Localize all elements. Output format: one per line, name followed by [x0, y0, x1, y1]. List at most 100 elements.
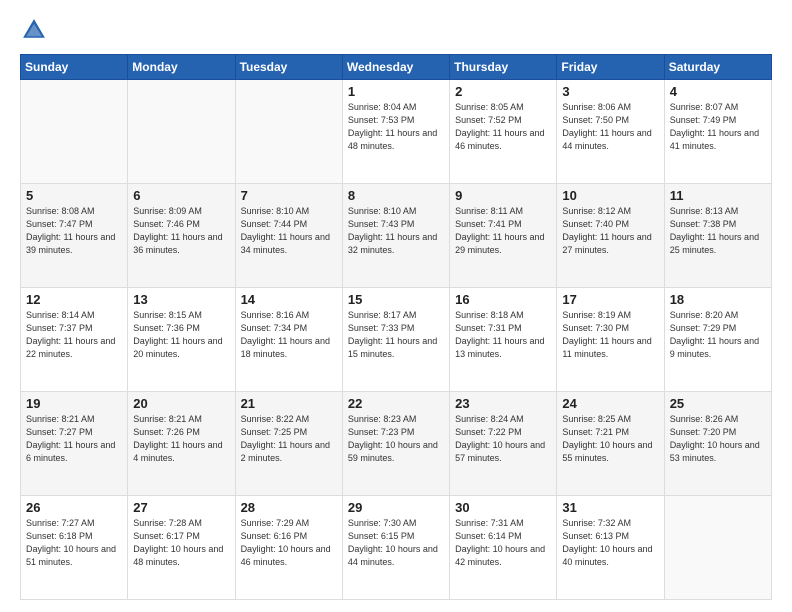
day-info: Sunrise: 8:10 AMSunset: 7:43 PMDaylight:…	[348, 205, 444, 257]
day-info: Sunrise: 8:24 AMSunset: 7:22 PMDaylight:…	[455, 413, 551, 465]
day-number: 5	[26, 188, 122, 203]
day-info: Sunrise: 8:09 AMSunset: 7:46 PMDaylight:…	[133, 205, 229, 257]
day-info: Sunrise: 8:21 AMSunset: 7:27 PMDaylight:…	[26, 413, 122, 465]
day-info: Sunrise: 8:13 AMSunset: 7:38 PMDaylight:…	[670, 205, 766, 257]
calendar-day-cell: 21 Sunrise: 8:22 AMSunset: 7:25 PMDayligh…	[235, 392, 342, 496]
day-info: Sunrise: 7:29 AMSunset: 6:16 PMDaylight:…	[241, 517, 337, 569]
calendar-day-header: Monday	[128, 55, 235, 80]
day-info: Sunrise: 8:17 AMSunset: 7:33 PMDaylight:…	[348, 309, 444, 361]
day-number: 25	[670, 396, 766, 411]
day-number: 17	[562, 292, 658, 307]
calendar-day-cell: 10 Sunrise: 8:12 AMSunset: 7:40 PMDayligh…	[557, 184, 664, 288]
day-number: 14	[241, 292, 337, 307]
day-info: Sunrise: 8:22 AMSunset: 7:25 PMDaylight:…	[241, 413, 337, 465]
calendar-day-cell: 14 Sunrise: 8:16 AMSunset: 7:34 PMDayligh…	[235, 288, 342, 392]
calendar-day-cell	[664, 496, 771, 600]
calendar-day-header: Friday	[557, 55, 664, 80]
day-info: Sunrise: 8:23 AMSunset: 7:23 PMDaylight:…	[348, 413, 444, 465]
day-number: 31	[562, 500, 658, 515]
day-number: 2	[455, 84, 551, 99]
day-number: 18	[670, 292, 766, 307]
day-number: 6	[133, 188, 229, 203]
calendar-day-cell: 30Sunrise: 7:31 AMSunset: 6:14 PMDayligh…	[450, 496, 557, 600]
calendar-day-cell: 8 Sunrise: 8:10 AMSunset: 7:43 PMDaylight…	[342, 184, 449, 288]
calendar-day-cell: 15Sunrise: 8:17 AMSunset: 7:33 PMDayligh…	[342, 288, 449, 392]
day-info: Sunrise: 8:10 AMSunset: 7:44 PMDaylight:…	[241, 205, 337, 257]
day-number: 29	[348, 500, 444, 515]
day-number: 26	[26, 500, 122, 515]
day-number: 23	[455, 396, 551, 411]
day-number: 10	[562, 188, 658, 203]
day-number: 9	[455, 188, 551, 203]
day-number: 19	[26, 396, 122, 411]
calendar-day-cell: 25 Sunrise: 8:26 AMSunset: 7:20 PMDayligh…	[664, 392, 771, 496]
calendar-header-row: SundayMondayTuesdayWednesdayThursdayFrid…	[21, 55, 772, 80]
day-info: Sunrise: 8:20 AMSunset: 7:29 PMDaylight:…	[670, 309, 766, 361]
day-number: 27	[133, 500, 229, 515]
calendar-day-cell: 20Sunrise: 8:21 AMSunset: 7:26 PMDayligh…	[128, 392, 235, 496]
calendar-day-cell	[21, 80, 128, 184]
calendar-day-cell: 18 Sunrise: 8:20 AMSunset: 7:29 PMDayligh…	[664, 288, 771, 392]
calendar-day-cell: 29 Sunrise: 7:30 AMSunset: 6:15 PMDayligh…	[342, 496, 449, 600]
calendar-day-cell: 3 Sunrise: 8:06 AMSunset: 7:50 PMDaylight…	[557, 80, 664, 184]
logo	[20, 16, 52, 44]
day-info: Sunrise: 7:27 AMSunset: 6:18 PMDaylight:…	[26, 517, 122, 569]
day-info: Sunrise: 8:05 AMSunset: 7:52 PMDaylight:…	[455, 101, 551, 153]
calendar-week-row: 12 Sunrise: 8:14 AMSunset: 7:37 PMDayligh…	[21, 288, 772, 392]
day-number: 3	[562, 84, 658, 99]
day-info: Sunrise: 8:26 AMSunset: 7:20 PMDaylight:…	[670, 413, 766, 465]
day-info: Sunrise: 8:06 AMSunset: 7:50 PMDaylight:…	[562, 101, 658, 153]
day-number: 7	[241, 188, 337, 203]
day-number: 8	[348, 188, 444, 203]
day-info: Sunrise: 8:11 AMSunset: 7:41 PMDaylight:…	[455, 205, 551, 257]
day-number: 20	[133, 396, 229, 411]
day-number: 16	[455, 292, 551, 307]
calendar-day-cell: 9 Sunrise: 8:11 AMSunset: 7:41 PMDaylight…	[450, 184, 557, 288]
day-info: Sunrise: 8:08 AMSunset: 7:47 PMDaylight:…	[26, 205, 122, 257]
day-number: 28	[241, 500, 337, 515]
calendar-day-cell: 26 Sunrise: 7:27 AMSunset: 6:18 PMDayligh…	[21, 496, 128, 600]
day-info: Sunrise: 8:04 AMSunset: 7:53 PMDaylight:…	[348, 101, 444, 153]
day-info: Sunrise: 8:07 AMSunset: 7:49 PMDaylight:…	[670, 101, 766, 153]
calendar-day-cell: 16 Sunrise: 8:18 AMSunset: 7:31 PMDayligh…	[450, 288, 557, 392]
day-number: 12	[26, 292, 122, 307]
calendar-week-row: 1 Sunrise: 8:04 AMSunset: 7:53 PMDaylight…	[21, 80, 772, 184]
day-info: Sunrise: 8:14 AMSunset: 7:37 PMDaylight:…	[26, 309, 122, 361]
day-info: Sunrise: 8:15 AMSunset: 7:36 PMDaylight:…	[133, 309, 229, 361]
calendar-day-cell: 19 Sunrise: 8:21 AMSunset: 7:27 PMDayligh…	[21, 392, 128, 496]
calendar-day-cell: 22 Sunrise: 8:23 AMSunset: 7:23 PMDayligh…	[342, 392, 449, 496]
day-number: 22	[348, 396, 444, 411]
calendar-day-cell: 23 Sunrise: 8:24 AMSunset: 7:22 PMDayligh…	[450, 392, 557, 496]
calendar-day-cell: 31Sunrise: 7:32 AMSunset: 6:13 PMDayligh…	[557, 496, 664, 600]
calendar-day-cell: 13 Sunrise: 8:15 AMSunset: 7:36 PMDayligh…	[128, 288, 235, 392]
day-info: Sunrise: 8:19 AMSunset: 7:30 PMDaylight:…	[562, 309, 658, 361]
calendar-day-cell: 2 Sunrise: 8:05 AMSunset: 7:52 PMDaylight…	[450, 80, 557, 184]
calendar-day-cell: 6 Sunrise: 8:09 AMSunset: 7:46 PMDaylight…	[128, 184, 235, 288]
calendar-day-cell: 24 Sunrise: 8:25 AMSunset: 7:21 PMDayligh…	[557, 392, 664, 496]
calendar-day-cell: 17 Sunrise: 8:19 AMSunset: 7:30 PMDayligh…	[557, 288, 664, 392]
day-info: Sunrise: 7:28 AMSunset: 6:17 PMDaylight:…	[133, 517, 229, 569]
day-info: Sunrise: 8:18 AMSunset: 7:31 PMDaylight:…	[455, 309, 551, 361]
day-number: 1	[348, 84, 444, 99]
calendar-day-header: Wednesday	[342, 55, 449, 80]
calendar-week-row: 5 Sunrise: 8:08 AMSunset: 7:47 PMDaylight…	[21, 184, 772, 288]
day-info: Sunrise: 8:12 AMSunset: 7:40 PMDaylight:…	[562, 205, 658, 257]
calendar-day-header: Thursday	[450, 55, 557, 80]
day-number: 21	[241, 396, 337, 411]
day-number: 24	[562, 396, 658, 411]
header	[20, 16, 772, 44]
day-number: 13	[133, 292, 229, 307]
calendar-table: SundayMondayTuesdayWednesdayThursdayFrid…	[20, 54, 772, 600]
calendar-day-header: Tuesday	[235, 55, 342, 80]
day-info: Sunrise: 8:25 AMSunset: 7:21 PMDaylight:…	[562, 413, 658, 465]
calendar-day-cell	[235, 80, 342, 184]
calendar-week-row: 26 Sunrise: 7:27 AMSunset: 6:18 PMDayligh…	[21, 496, 772, 600]
calendar-day-cell: 7 Sunrise: 8:10 AMSunset: 7:44 PMDaylight…	[235, 184, 342, 288]
day-number: 11	[670, 188, 766, 203]
day-info: Sunrise: 7:30 AMSunset: 6:15 PMDaylight:…	[348, 517, 444, 569]
day-info: Sunrise: 8:16 AMSunset: 7:34 PMDaylight:…	[241, 309, 337, 361]
calendar-day-header: Saturday	[664, 55, 771, 80]
calendar-day-cell: 1 Sunrise: 8:04 AMSunset: 7:53 PMDaylight…	[342, 80, 449, 184]
calendar-day-cell	[128, 80, 235, 184]
calendar-day-header: Sunday	[21, 55, 128, 80]
